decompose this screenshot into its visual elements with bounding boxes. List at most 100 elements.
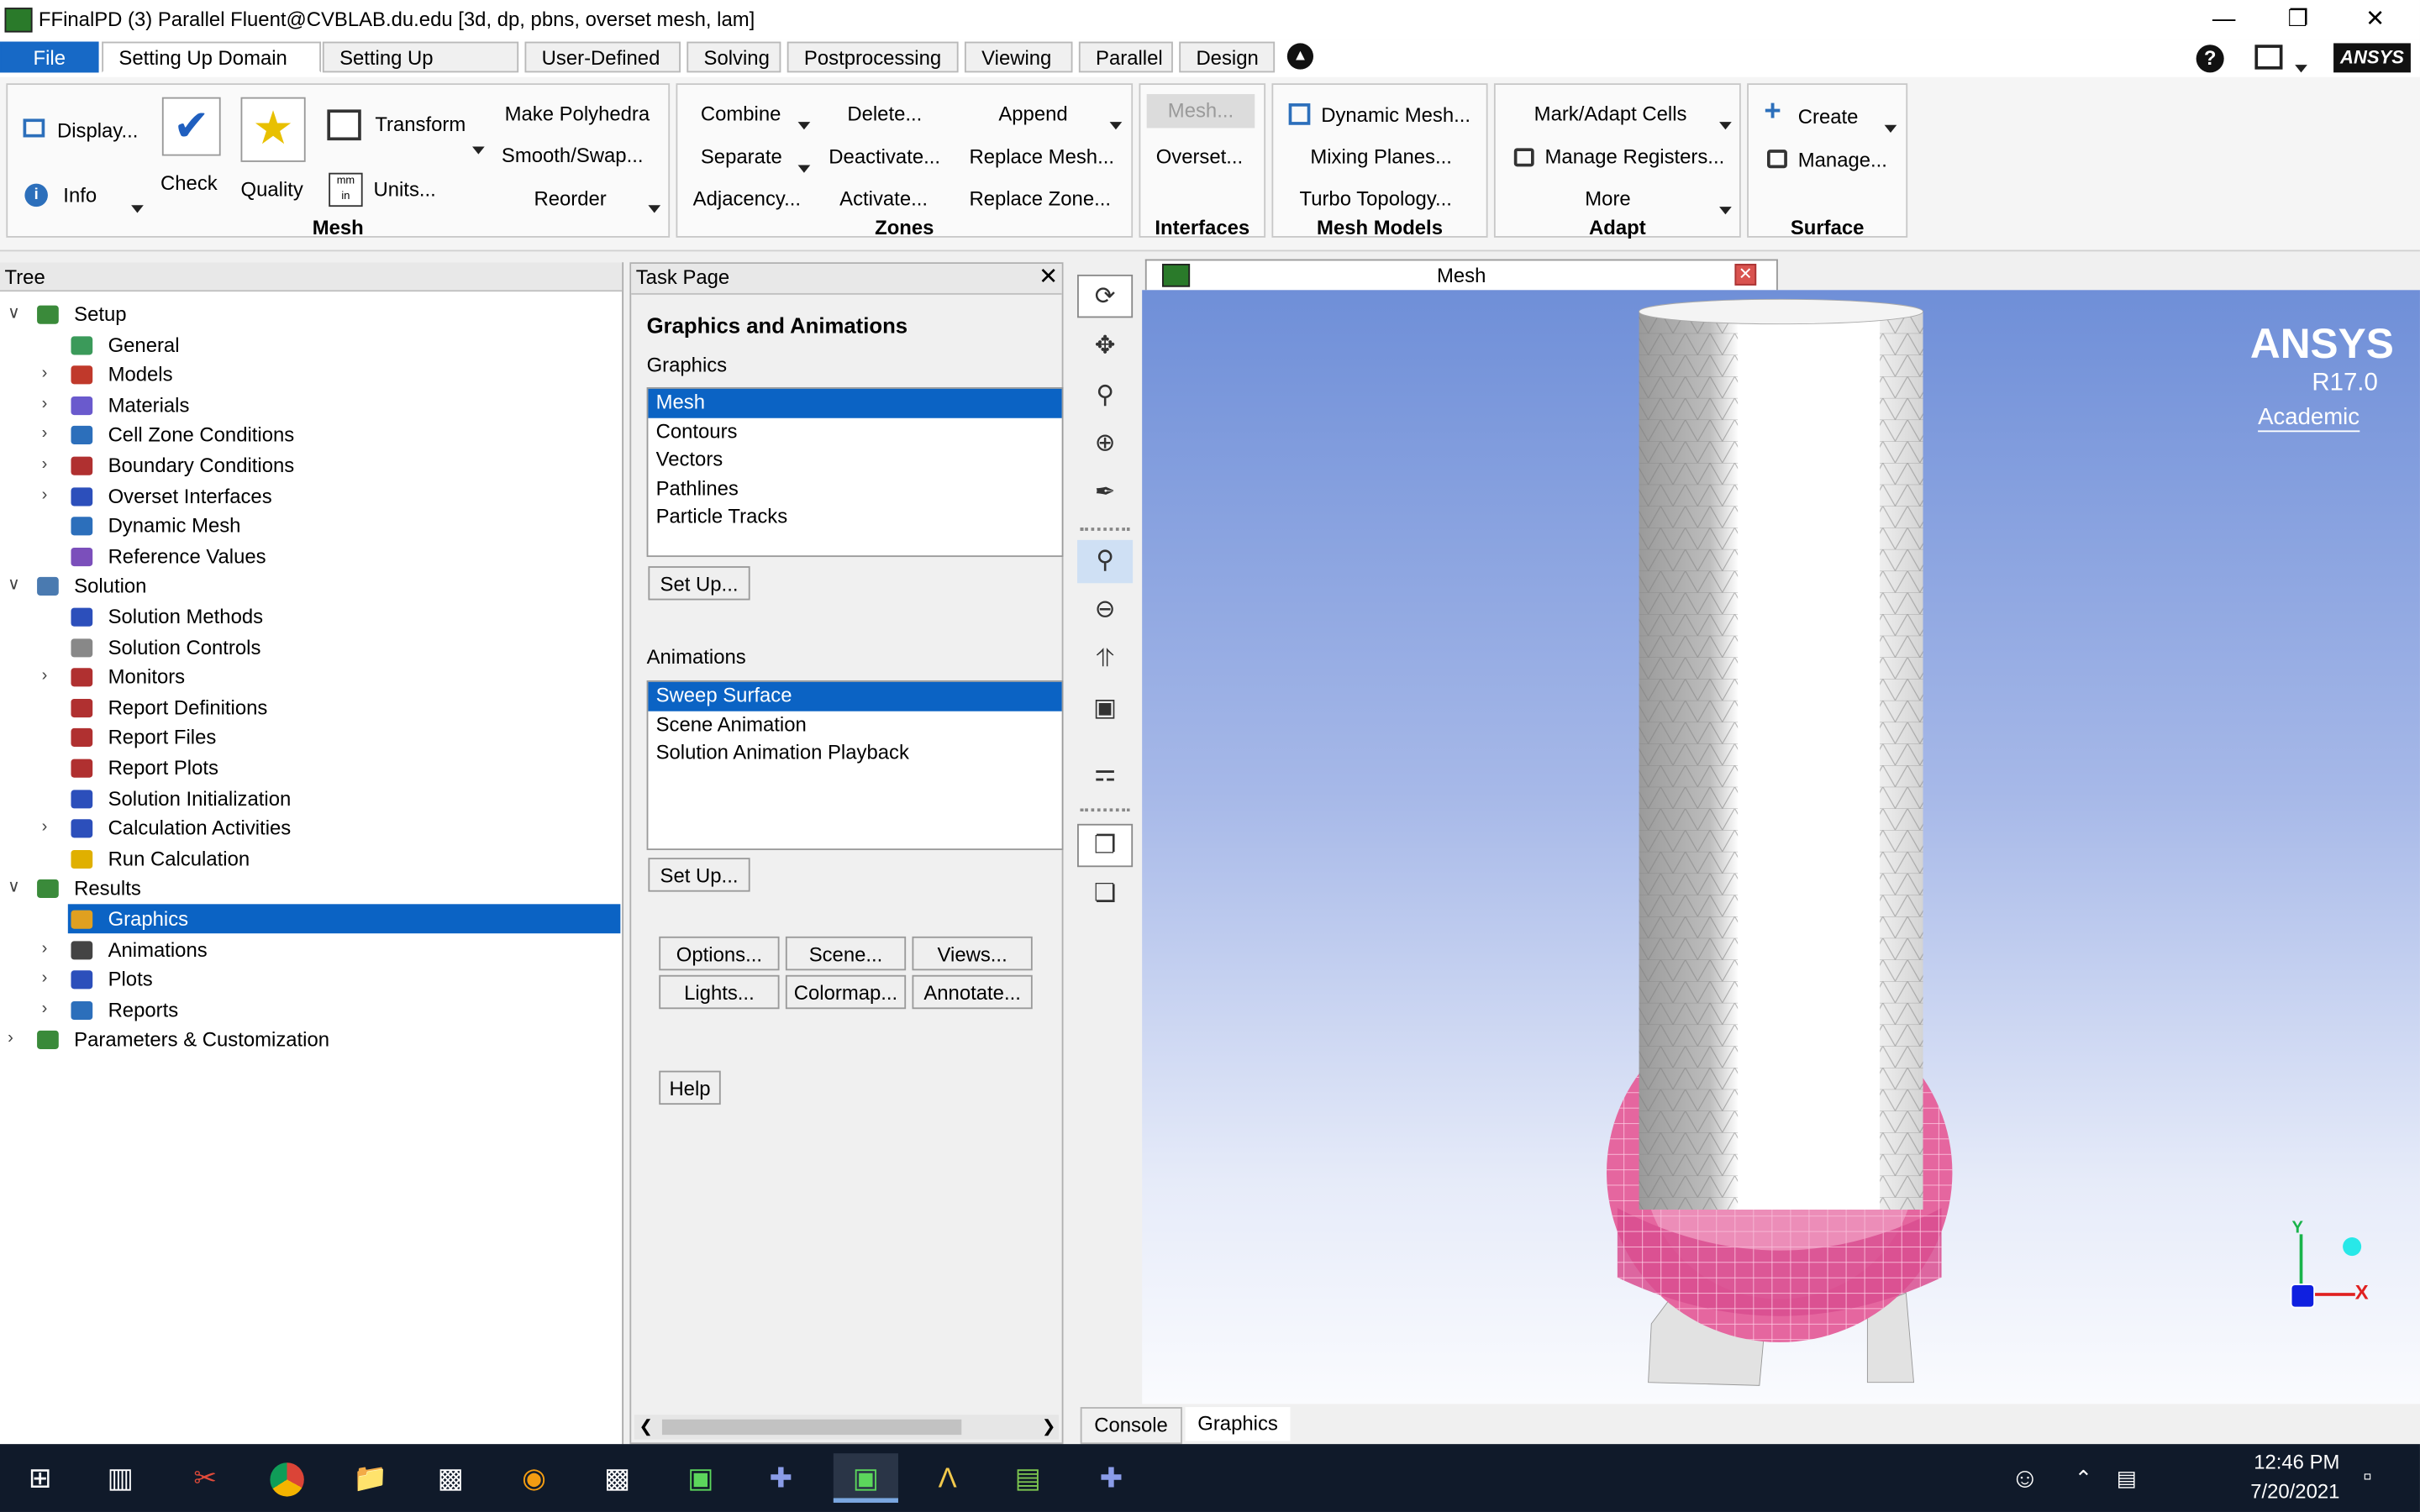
annotate-button[interactable]: Annotate... <box>912 974 1033 1010</box>
units-button[interactable]: Units... <box>373 177 435 201</box>
fit-to-window-icon[interactable]: ⚲ <box>1077 539 1134 584</box>
tree-item[interactable]: › Reports <box>0 995 618 1024</box>
zoom-in-icon[interactable]: ⊕ <box>1077 423 1133 465</box>
dynamic-mesh-button[interactable]: Dynamic Mesh... <box>1321 103 1470 127</box>
adjacency-button[interactable]: Adjacency... <box>693 186 801 210</box>
workbench-icon[interactable]: ✚ <box>756 1453 806 1503</box>
reorder-dropdown-icon[interactable] <box>648 205 661 213</box>
clock-date[interactable]: 7/20/2021 <box>2207 1479 2339 1503</box>
pan-icon[interactable]: ✥ <box>1077 326 1133 369</box>
delete-button[interactable]: Delete... <box>847 102 922 125</box>
close-graphics-tab-icon[interactable]: ✕ <box>1734 264 1757 286</box>
animations-list[interactable]: Sweep Surface Scene Animation Solution Ani… <box>646 680 1064 851</box>
ansys-icon[interactable]: Λ <box>923 1453 972 1503</box>
display-button[interactable]: Display... <box>57 118 138 142</box>
task-page-horizontal-scrollbar[interactable]: ❮ ❯ <box>634 1415 1059 1440</box>
deactivate-button[interactable]: Deactivate... <box>829 145 940 169</box>
layout-dropdown-icon[interactable] <box>2295 65 2307 73</box>
file-explorer-icon[interactable]: 📁 <box>345 1453 395 1503</box>
check-button[interactable]: Check <box>160 171 218 195</box>
tree-item[interactable]: General <box>0 329 618 359</box>
graphics-list[interactable]: Mesh Contours Vectors Pathlines Particle Tra… <box>646 387 1064 558</box>
tree-item[interactable]: Report Files <box>0 722 618 752</box>
manage-surface-button[interactable]: Manage... <box>1798 148 1887 171</box>
options-button[interactable]: Options... <box>659 936 780 971</box>
rotate-view-icon[interactable]: ⟳ <box>1077 274 1134 318</box>
task-view-icon[interactable]: ▥ <box>96 1453 145 1503</box>
tree-item[interactable]: ∨ Setup <box>0 299 618 328</box>
smooth-swap-button[interactable]: Smooth/Swap... <box>502 144 644 167</box>
combine-button[interactable]: Combine <box>701 102 781 125</box>
tab-solving[interactable]: Solving <box>687 41 781 73</box>
colormap-button[interactable]: Colormap... <box>785 974 907 1010</box>
animations-setup-button[interactable]: Set Up... <box>648 858 750 892</box>
single-window-icon[interactable]: ❐ <box>1077 823 1134 868</box>
tree-item[interactable]: › Models <box>0 360 618 389</box>
manage-registers-button[interactable]: Manage Registers... <box>1545 145 1725 169</box>
make-polyhedra-button[interactable]: Make Polyhedra <box>505 102 650 125</box>
quality-button[interactable]: Quality <box>241 177 303 201</box>
more-button[interactable]: More <box>1585 186 1630 210</box>
tree-item[interactable]: ∨ Solution <box>0 571 618 601</box>
tree-item[interactable]: › Animations <box>0 934 618 963</box>
tree-item[interactable]: › Overset Interfaces <box>0 480 618 510</box>
tree-item[interactable]: Reference Values <box>0 541 618 570</box>
notifications-icon[interactable]: ▫ <box>2343 1453 2392 1503</box>
expand-chevron-icon[interactable]: › <box>42 360 48 389</box>
animation-list-item[interactable]: Solution Animation Playback <box>648 739 1061 768</box>
tree-item[interactable]: › Materials <box>0 390 618 419</box>
terminal-icon[interactable]: ▩ <box>426 1453 476 1503</box>
expand-chevron-icon[interactable]: › <box>42 964 48 994</box>
lights-button[interactable]: Lights... <box>659 974 780 1010</box>
more-dropdown-icon[interactable] <box>1719 207 1732 215</box>
close-window-button[interactable]: ✕ <box>2339 3 2410 37</box>
tree-item[interactable]: Solution Initialization <box>0 783 618 812</box>
interfaces-mesh-button[interactable]: Mesh... <box>1146 94 1255 129</box>
scene-button[interactable]: Scene... <box>785 936 907 971</box>
collapse-ribbon-icon[interactable]: ▲ <box>1286 43 1314 70</box>
activate-button[interactable]: Activate... <box>839 186 928 210</box>
scrollbar-thumb[interactable] <box>661 1419 962 1436</box>
expand-chevron-icon[interactable]: › <box>42 420 48 449</box>
graphics-list-item[interactable]: Contours <box>648 417 1061 446</box>
camera-snapshot-icon[interactable]: ▣ <box>1077 688 1133 731</box>
graphics-tab[interactable]: Graphics <box>1185 1407 1291 1441</box>
tree-item[interactable]: › Boundary Conditions <box>0 450 618 480</box>
expand-chevron-icon[interactable]: › <box>42 934 48 963</box>
mark-adapt-dropdown-icon[interactable] <box>1719 122 1732 130</box>
tab-user-defined[interactable]: User-Defined <box>524 41 681 73</box>
people-icon[interactable]: ☺ <box>2000 1453 2049 1503</box>
mesh-graphics-tab[interactable]: Mesh ✕ <box>1144 259 1778 291</box>
tree-item[interactable]: › Plots <box>0 964 618 994</box>
multi-window-icon[interactable]: ❏ <box>1077 874 1133 916</box>
mark-adapt-cells-button[interactable]: Mark/Adapt Cells <box>1534 102 1687 125</box>
expand-chevron-icon[interactable]: › <box>42 904 48 933</box>
transform-dropdown-icon[interactable] <box>472 146 485 155</box>
tree-item[interactable]: › Graphics <box>42 904 621 934</box>
tab-setting-up-domain[interactable]: Setting Up Domain <box>102 41 322 73</box>
probe-icon[interactable]: ✒ <box>1077 472 1133 515</box>
mouse-mode-icon[interactable]: ⚎ <box>1077 753 1133 795</box>
graphics-viewport[interactable]: ANSYS R17.0 Academic Y X <box>1142 290 2420 1404</box>
console-tab[interactable]: Console <box>1080 1407 1182 1445</box>
app-orange-icon[interactable]: ◉ <box>509 1453 559 1503</box>
tab-postprocessing[interactable]: Postprocessing <box>786 41 959 73</box>
mixing-planes-button[interactable]: Mixing Planes... <box>1310 145 1452 169</box>
isometric-view-icon[interactable]: ⥣ <box>1077 638 1133 681</box>
overset-button[interactable]: Overset... <box>1156 145 1244 169</box>
graphics-list-item[interactable]: Vectors <box>648 446 1061 475</box>
info-button[interactable]: Info <box>63 184 97 207</box>
close-task-page-icon[interactable]: ✕ <box>1039 262 1058 290</box>
tree-item[interactable]: › Calculation Activities <box>0 813 618 843</box>
separate-button[interactable]: Separate <box>701 145 782 169</box>
combine-dropdown-icon[interactable] <box>797 122 811 130</box>
animation-list-item[interactable]: Scene Animation <box>648 711 1061 739</box>
scroll-left-icon[interactable]: ❮ <box>639 1416 653 1436</box>
collapse-chevron-icon[interactable]: ∨ <box>8 299 20 328</box>
restore-button[interactable]: ❐ <box>2263 3 2333 37</box>
graphics-list-item[interactable]: Pathlines <box>648 475 1061 503</box>
append-button[interactable]: Append <box>998 102 1067 125</box>
expand-chevron-icon[interactable]: › <box>42 995 48 1024</box>
expand-chevron-icon[interactable]: › <box>42 480 48 510</box>
help-button[interactable]: Help <box>659 1070 721 1105</box>
